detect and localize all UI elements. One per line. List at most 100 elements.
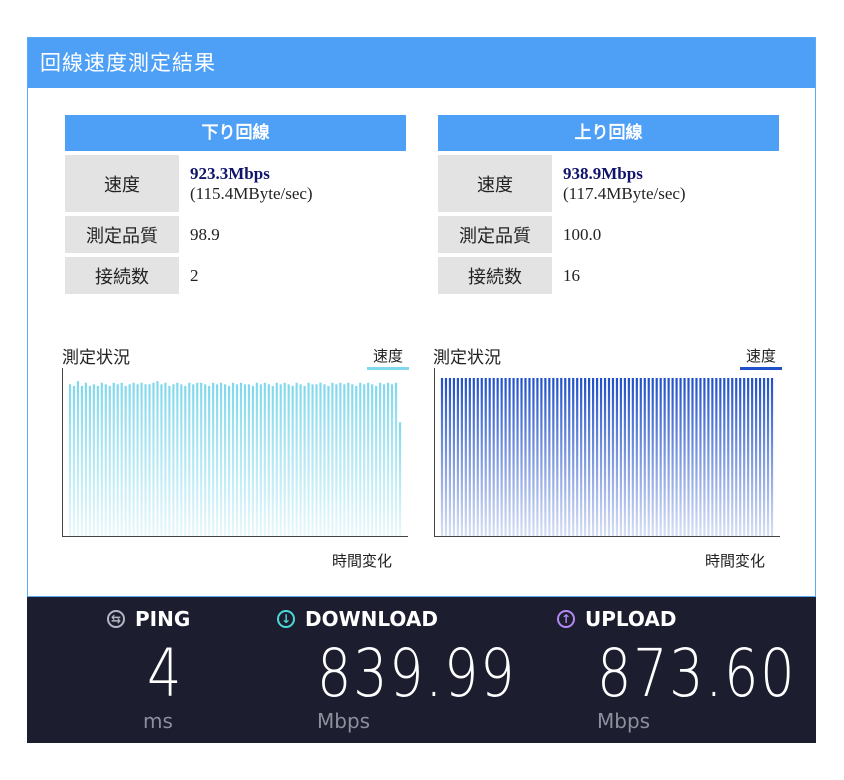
chart-bar <box>619 378 623 536</box>
upload-speed-bytes: (117.4MByte/sec) <box>563 183 686 203</box>
chart-bar <box>643 378 646 536</box>
chart-bar <box>188 382 191 536</box>
upload-quality-row: 測定品質 100.0 <box>438 216 779 253</box>
ping-value: 4 <box>147 635 184 712</box>
chart-bar <box>444 378 448 536</box>
upload-conn-label: 接続数 <box>438 257 552 294</box>
speedtest-summary: ⇆ PING 4 ms ↓ DOWNLOAD 839.99 Mbps ↑ UPL… <box>27 597 816 743</box>
upload-conn-value: 16 <box>563 265 580 285</box>
chart-bar <box>164 382 167 536</box>
chart-bar <box>591 378 595 536</box>
chart-bar <box>347 382 350 536</box>
upload-speed-label: 速度 <box>438 155 552 212</box>
chart-bar <box>635 378 638 536</box>
upload-legend-label: 速度 <box>745 347 776 365</box>
chart-bar <box>271 385 274 536</box>
upload-speed-chart <box>434 368 780 537</box>
chart-bar <box>112 382 115 536</box>
chart-bar <box>691 378 694 536</box>
chart-bar <box>315 384 318 536</box>
download-speed-value: 923.3Mbps <box>190 163 270 183</box>
download-graph-title: 測定状況 <box>62 348 130 368</box>
chart-bar <box>303 385 306 536</box>
chart-bar <box>703 378 706 536</box>
chart-bar <box>379 382 382 536</box>
chart-bar <box>500 378 503 536</box>
chart-bar <box>766 378 770 536</box>
download-metric-label: DOWNLOAD <box>305 607 438 631</box>
chart-bar <box>560 378 563 536</box>
chart-bar <box>144 384 147 536</box>
chart-bar <box>480 378 483 536</box>
chart-bar <box>584 378 587 536</box>
chart-bar <box>351 384 354 536</box>
ping-label: PING <box>135 607 191 631</box>
chart-bar <box>363 384 366 536</box>
upload-graph-legend: 速度 <box>740 345 782 370</box>
chart-bar <box>319 382 322 536</box>
chart-bar <box>472 378 475 536</box>
chart-bar <box>394 382 398 536</box>
chart-bar <box>647 378 650 536</box>
chart-bar <box>124 385 127 536</box>
chart-bar <box>631 378 634 536</box>
chart-bar <box>520 378 523 536</box>
upload-header: 上り回線 <box>438 115 779 151</box>
chart-bar <box>528 378 531 536</box>
chart-bar <box>184 385 187 536</box>
upload-quality-label: 測定品質 <box>438 216 552 253</box>
chart-bar <box>375 385 378 536</box>
chart-bar <box>231 382 235 536</box>
chart-bar <box>140 382 143 536</box>
chart-bar <box>496 378 499 536</box>
chart-bar <box>263 382 266 536</box>
chart-bar <box>398 422 402 536</box>
chart-bar <box>204 384 207 536</box>
chart-bar <box>492 378 495 536</box>
upload-table: 上り回線 速度 938.9Mbps (117.4MByte/sec) 測定品質 … <box>438 115 779 294</box>
chart-bar <box>275 382 278 536</box>
chart-bar <box>176 382 179 536</box>
chart-bar <box>156 381 159 536</box>
upload-metric-unit: Mbps <box>597 709 651 733</box>
chart-bar <box>192 384 195 536</box>
chart-bar <box>440 378 444 536</box>
chart-bar <box>239 382 243 536</box>
chart-bar <box>699 378 702 536</box>
chart-bar <box>743 378 746 536</box>
chart-bar <box>335 384 338 536</box>
chart-bar <box>200 382 203 536</box>
chart-bar <box>476 378 479 536</box>
chart-bar <box>755 378 758 536</box>
chart-bar <box>603 378 607 536</box>
chart-bar <box>671 378 674 536</box>
chart-bar <box>639 378 642 536</box>
chart-bar <box>84 382 87 536</box>
chart-bar <box>707 378 710 536</box>
chart-bar <box>747 378 750 536</box>
chart-bar <box>667 378 670 536</box>
upload-conn-row: 接続数 16 <box>438 257 779 294</box>
panel-title: 回線速度測定結果 <box>28 38 815 88</box>
upload-metric-label: UPLOAD <box>585 607 677 631</box>
chart-bar <box>512 378 515 536</box>
chart-bar <box>227 385 231 536</box>
chart-bar <box>758 378 762 536</box>
download-speed-chart <box>62 368 408 537</box>
chart-bar <box>576 378 579 536</box>
chart-bar <box>536 378 539 536</box>
chart-bar <box>580 378 583 536</box>
chart-bar <box>180 384 183 536</box>
upload-graph-xlabel: 時間変化 <box>705 552 766 570</box>
chart-bar <box>148 384 151 536</box>
chart-bar <box>452 378 456 536</box>
chart-bar <box>327 385 330 536</box>
chart-bar <box>235 384 239 536</box>
chart-bar <box>723 378 726 536</box>
chart-bar <box>88 385 91 536</box>
chart-bar <box>504 378 507 536</box>
chart-bar <box>751 378 754 536</box>
chart-bar <box>651 378 654 536</box>
chart-bar <box>172 384 175 536</box>
chart-bar <box>484 378 487 536</box>
